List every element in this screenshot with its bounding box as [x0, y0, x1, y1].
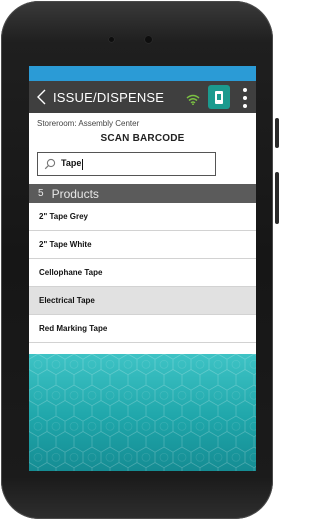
app-bar: ISSUE/DISPENSE — [29, 81, 256, 113]
search-icon — [44, 158, 56, 170]
wifi-icon — [186, 92, 200, 106]
search-value: Tape — [61, 158, 84, 170]
search-input[interactable]: Tape — [37, 152, 216, 176]
list-item[interactable]: 2" Tape Grey — [29, 203, 256, 231]
storeroom-label: Storeroom: Assembly Center — [37, 119, 140, 128]
more-vert-icon[interactable] — [243, 88, 247, 108]
list-item[interactable]: 2" Tape White — [29, 231, 256, 259]
device-icon — [215, 90, 223, 104]
chevron-left-icon[interactable] — [37, 81, 49, 113]
volume-button — [275, 118, 279, 148]
app-screen: ISSUE/DISPENSE Storeroom: Assembly Cente… — [29, 66, 256, 471]
background-pattern — [29, 354, 256, 471]
list-item[interactable]: Red Marking Tape — [29, 315, 256, 343]
products-header: 5 Products — [29, 184, 256, 203]
sensor-dot — [108, 36, 115, 43]
products-count: 5 — [38, 188, 44, 199]
status-bar — [29, 66, 256, 81]
list-item[interactable]: Cellophane Tape — [29, 259, 256, 287]
list-item-selected[interactable]: Electrical Tape — [29, 287, 256, 315]
products-label: Products — [51, 186, 99, 201]
power-button — [275, 172, 279, 224]
scan-barcode-title: SCAN BARCODE — [100, 133, 185, 144]
text-cursor — [82, 158, 84, 170]
front-camera — [144, 35, 153, 44]
device-button[interactable] — [208, 85, 230, 109]
page-title: ISSUE/DISPENSE — [53, 89, 165, 105]
